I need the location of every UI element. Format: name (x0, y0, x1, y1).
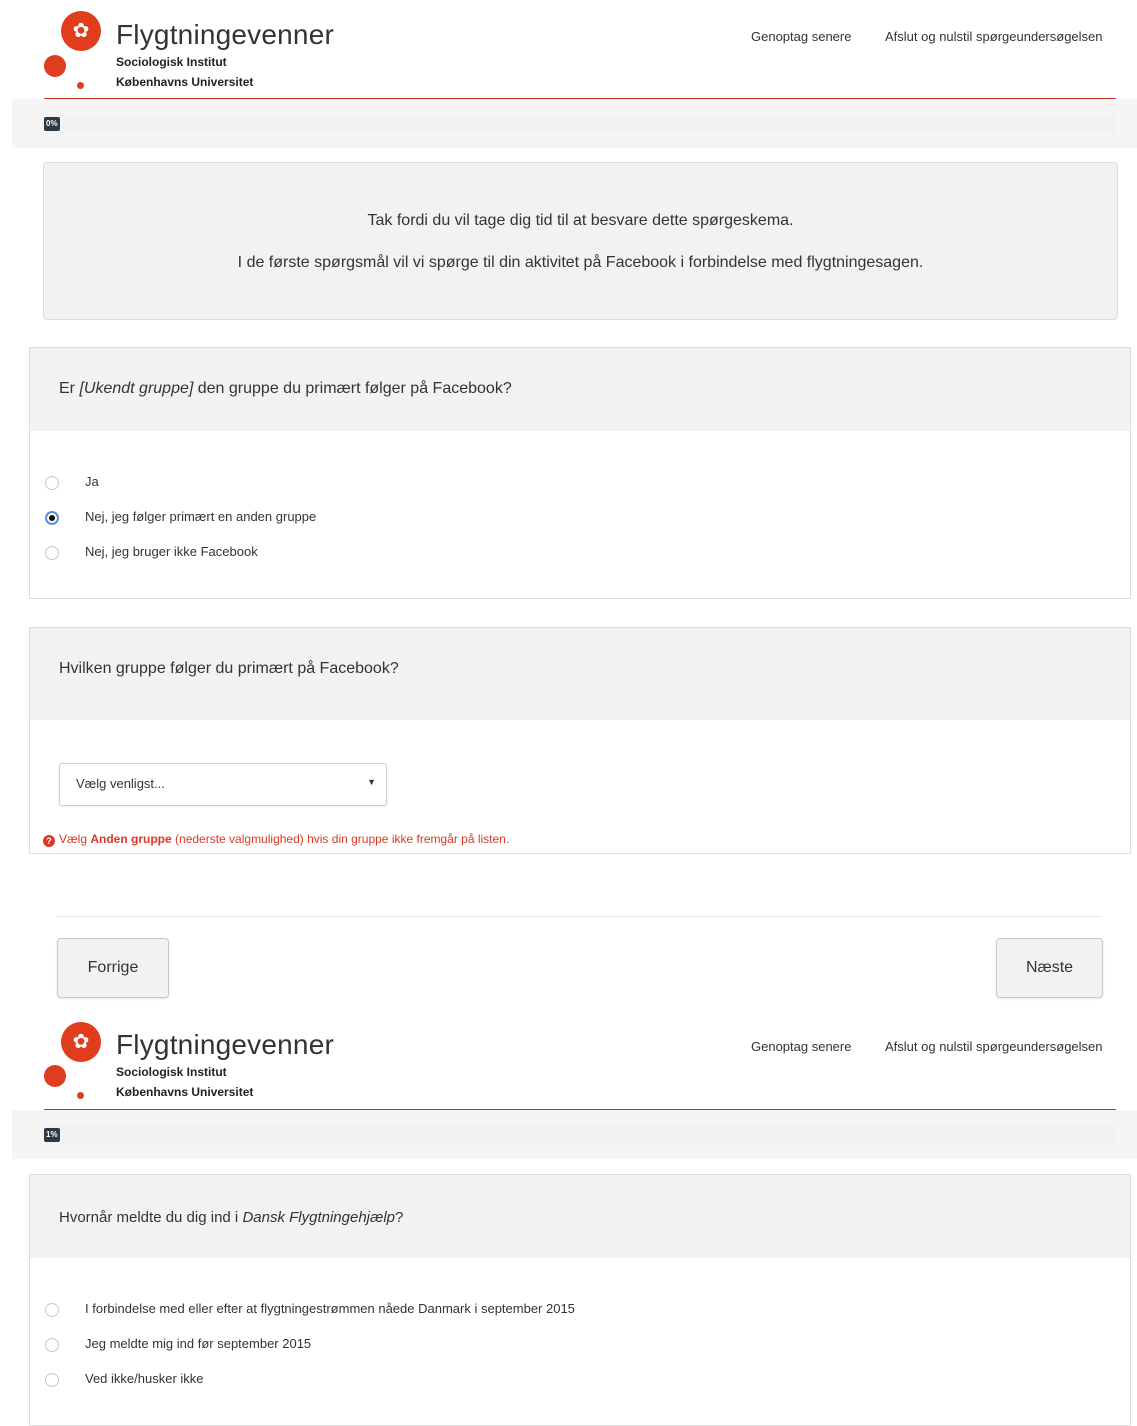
progress-percent-badge: 0% (44, 117, 60, 131)
question-title: Er [Ukendt gruppe] den gruppe du primært… (59, 380, 512, 397)
answer-option-label: Nej, jeg følger primært en anden gruppe (85, 509, 317, 524)
radio-button[interactable] (45, 546, 59, 560)
logo-dot-small (77, 82, 84, 89)
brand-subtitle-institute: Sociologisk Institut (116, 1065, 227, 1079)
group-select[interactable]: Vælg venligst... ▼ (59, 763, 387, 806)
brand-title: Flygtningevenner (116, 19, 334, 50)
question-circle-icon: ? (43, 835, 55, 847)
previous-button[interactable]: Forrige (57, 938, 169, 998)
logo-dot-large (44, 55, 66, 77)
radio-button[interactable] (45, 1373, 59, 1387)
welcome-text-line-1: Tak fordi du vil tage dig tid til at bes… (367, 212, 794, 229)
university-seal-icon: ✿ (61, 11, 101, 51)
radio-button-selected[interactable] (45, 511, 59, 525)
logo-dot-small (77, 1092, 84, 1099)
answer-option-label: Jeg meldte mig ind før september 2015 (85, 1336, 312, 1351)
brand-subtitle-university: Københavns Universitet (116, 1085, 254, 1099)
quit-reset-link[interactable]: Afslut og nulstil spørgeundersøgelsen (885, 1039, 1103, 1054)
answer-option-label: Ved ikke/husker ikke (85, 1371, 204, 1386)
answer-option-label: Ja (85, 474, 99, 489)
progress-percent-badge: 1% (44, 1128, 60, 1142)
logo-dot-large (44, 1065, 66, 1087)
resume-later-link[interactable]: Genoptag senere (751, 29, 851, 44)
answer-option-label: I forbindelse med eller efter at flygtni… (85, 1301, 575, 1316)
question-title-group-name: [Ukendt gruppe] (79, 380, 194, 397)
question-facebook-group: Er [Ukendt gruppe] den gruppe du primært… (29, 347, 1131, 599)
question-header: Hvilken gruppe følger du primært på Face… (30, 628, 1130, 720)
progress-bar (44, 115, 1116, 133)
welcome-panel: Tak fordi du vil tage dig tid til at bes… (43, 162, 1118, 320)
welcome-text-line-2: I de første spørgsmål vil vi spørge til … (237, 254, 924, 271)
question-header: Er [Ukendt gruppe] den gruppe du primært… (30, 348, 1130, 431)
resume-later-link[interactable]: Genoptag senere (751, 1039, 851, 1054)
radio-button[interactable] (45, 1303, 59, 1317)
question-title: Hvornår meldte du dig ind i Dansk Flygtn… (59, 1209, 404, 1226)
brand-subtitle-university: Københavns Universitet (116, 75, 254, 89)
question-which-group: Hvilken gruppe følger du primært på Face… (29, 627, 1131, 854)
progress-bar (44, 1126, 1116, 1144)
brand-title: Flygtningevenner (116, 1029, 334, 1060)
next-button[interactable]: Næste (996, 938, 1103, 998)
quit-reset-link[interactable]: Afslut og nulstil spørgeundersøgelsen (885, 29, 1103, 44)
hint-bold-option: Anden gruppe (90, 832, 172, 846)
answer-option-label: Nej, jeg bruger ikke Facebook (85, 544, 258, 559)
group-select-value: Vælg venligst... (76, 776, 165, 791)
question-header: Hvornår meldte du dig ind i Dansk Flygtn… (30, 1175, 1130, 1258)
question-joined-when: Hvornår meldte du dig ind i Dansk Flygtn… (29, 1174, 1131, 1426)
radio-button[interactable] (45, 1338, 59, 1352)
question-title: Hvilken gruppe følger du primært på Face… (59, 660, 399, 677)
radio-button[interactable] (45, 476, 59, 490)
chevron-down-icon: ▼ (367, 777, 376, 787)
nav-divider (57, 916, 1101, 917)
question-title-org-name: Dansk Flygtningehjælp (242, 1209, 396, 1226)
university-seal-icon: ✿ (61, 1022, 101, 1062)
help-hint: ? Vælg Anden gruppe (nederste valgmulighe… (43, 832, 509, 847)
brand-subtitle-institute: Sociologisk Institut (116, 55, 227, 69)
